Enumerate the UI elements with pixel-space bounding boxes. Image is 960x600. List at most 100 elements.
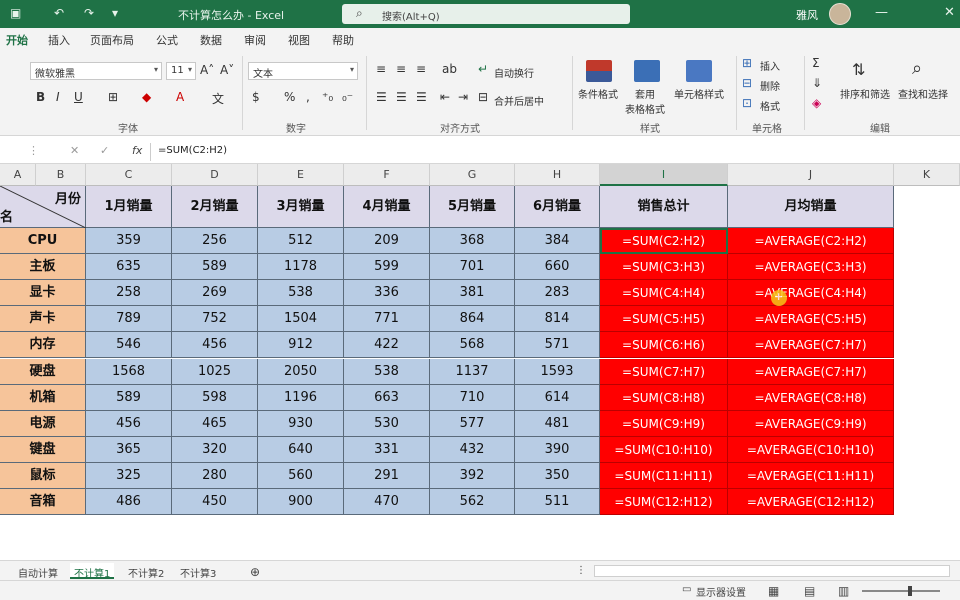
column-header-f[interactable]: F (344, 164, 430, 186)
row-label-cell[interactable]: 主板 (0, 254, 86, 281)
formula-cell-sum[interactable]: =SUM(C9:H9) (600, 410, 728, 437)
data-cell[interactable]: 511 (515, 489, 600, 516)
horizontal-scrollbar[interactable] (594, 565, 950, 577)
header-cell[interactable]: 3月销量 (258, 186, 344, 228)
data-cell[interactable]: 538 (258, 280, 344, 307)
data-cell[interactable]: 752 (172, 306, 258, 333)
data-cell[interactable]: 1568 (86, 358, 172, 385)
data-cell[interactable]: 660 (515, 254, 600, 281)
align-left-icon[interactable]: ☰ (376, 90, 387, 104)
orientation-icon[interactable]: ab (442, 62, 457, 76)
row-label-cell[interactable]: CPU (0, 228, 86, 255)
more-icon[interactable]: ⋮ (572, 563, 590, 579)
data-cell[interactable]: 470 (344, 489, 430, 516)
data-cell[interactable]: 589 (86, 384, 172, 411)
formula-cell-average[interactable]: =AVERAGE(C3:H3) (728, 254, 894, 281)
formula-cell-sum[interactable]: =SUM(C5:H5) (600, 306, 728, 333)
formula-cell-average[interactable]: =AVERAGE(C8:H8) (728, 384, 894, 411)
display-settings-icon[interactable]: ▭ (682, 584, 691, 595)
percent-button[interactable]: % (284, 90, 295, 104)
indent-increase-icon[interactable]: ⇥ (458, 90, 468, 104)
align-center-icon[interactable]: ☰ (396, 90, 407, 104)
zoom-handle[interactable] (908, 586, 912, 596)
indent-decrease-icon[interactable]: ⇤ (440, 90, 450, 104)
data-cell[interactable]: 209 (344, 228, 430, 255)
sheet-tab-active[interactable]: 不计算1 (70, 563, 115, 580)
align-bottom-icon[interactable]: ≡ (416, 62, 426, 76)
formula-cell-average[interactable]: =AVERAGE(C11:H11) (728, 462, 894, 489)
zoom-slider[interactable] (862, 590, 940, 592)
merge-center-icon[interactable]: ⊟ (478, 90, 488, 104)
sheet-tab[interactable]: 不计算2 (124, 563, 168, 580)
data-cell[interactable]: 814 (515, 306, 600, 333)
formula-cell-sum[interactable]: =SUM(C6:H6) (600, 332, 728, 359)
formula-cell-average[interactable]: =AVERAGE(C10:H10) (728, 436, 894, 463)
data-cell[interactable]: 864 (430, 306, 515, 333)
row-label-cell[interactable]: 音箱 (0, 489, 86, 516)
row-label-cell[interactable]: 声卡 (0, 306, 86, 333)
data-cell[interactable]: 571 (515, 332, 600, 359)
formula-cell-sum[interactable]: =SUM(C3:H3) (600, 254, 728, 281)
tab-help[interactable]: 帮助 (332, 32, 354, 48)
formula-cell-sum[interactable]: =SUM(C10:H10) (600, 436, 728, 463)
data-cell[interactable]: 1137 (430, 358, 515, 385)
data-cell[interactable]: 1504 (258, 306, 344, 333)
data-cell[interactable]: 635 (86, 254, 172, 281)
row-label-cell[interactable]: 鼠标 (0, 462, 86, 489)
data-cell[interactable]: 320 (172, 436, 258, 463)
save-icon[interactable]: ▣ (10, 6, 21, 20)
formula-cell-sum[interactable]: =SUM(C2:H2) (600, 228, 728, 255)
fill-color-icon[interactable]: ◆ (142, 90, 151, 104)
number-format-select[interactable]: 文本 ▾ (248, 62, 358, 80)
row-label-cell[interactable]: 显卡 (0, 280, 86, 307)
data-cell[interactable]: 269 (172, 280, 258, 307)
data-cell[interactable]: 560 (258, 462, 344, 489)
data-cell[interactable]: 530 (344, 410, 430, 437)
font-name-select[interactable]: 微软雅黑 ▾ (30, 62, 162, 80)
data-cell[interactable]: 359 (86, 228, 172, 255)
name-box-dropdown-icon[interactable]: ⋮ (28, 144, 39, 157)
table-format-icon[interactable] (634, 60, 660, 82)
data-cell[interactable]: 390 (515, 436, 600, 463)
data-cell[interactable]: 381 (430, 280, 515, 307)
avatar[interactable] (829, 3, 851, 25)
italic-button[interactable]: I (56, 90, 60, 104)
tab-view[interactable]: 视图 (288, 32, 310, 48)
fill-icon[interactable]: ⇓ (812, 76, 822, 90)
header-cell[interactable]: 4月销量 (344, 186, 430, 228)
cell-style-button[interactable]: 单元格样式 (674, 86, 724, 101)
customize-icon[interactable]: ▾ (112, 6, 118, 20)
data-cell[interactable]: 1196 (258, 384, 344, 411)
data-cell[interactable]: 422 (344, 332, 430, 359)
column-header-h[interactable]: H (515, 164, 600, 186)
header-cell[interactable]: 2月销量 (172, 186, 258, 228)
sheet-tab[interactable]: 自动计算 (14, 563, 62, 580)
data-cell[interactable]: 432 (430, 436, 515, 463)
spreadsheet-grid[interactable]: A B C D E F G H I J K 月份名 1月销量 2月销量 3月销量 4月销量 5月销量 6月销量 销售… (0, 164, 960, 520)
data-cell[interactable]: 258 (86, 280, 172, 307)
align-top-icon[interactable]: ≡ (376, 62, 386, 76)
formula-cell-average[interactable]: =AVERAGE(C9:H9) (728, 410, 894, 437)
data-cell[interactable]: 481 (515, 410, 600, 437)
data-cell[interactable]: 2050 (258, 358, 344, 385)
row-label-cell[interactable]: 电源 (0, 410, 86, 437)
data-cell[interactable]: 283 (515, 280, 600, 307)
bold-button[interactable]: B (36, 90, 45, 104)
enter-icon[interactable]: ✓ (100, 144, 109, 157)
column-header-i[interactable]: I (600, 164, 728, 186)
formula-cell-average[interactable]: =AVERAGE(C12:H12) (728, 489, 894, 516)
wrap-text-button[interactable]: 自动换行 (494, 65, 534, 80)
currency-icon[interactable]: $ (252, 90, 260, 104)
column-header-g[interactable]: G (430, 164, 515, 186)
data-cell[interactable]: 912 (258, 332, 344, 359)
data-cell[interactable]: 562 (430, 489, 515, 516)
tab-review[interactable]: 审阅 (244, 32, 266, 48)
column-header-a[interactable]: A (0, 164, 36, 186)
data-cell[interactable]: 614 (515, 384, 600, 411)
data-cell[interactable]: 701 (430, 254, 515, 281)
align-right-icon[interactable]: ☰ (416, 90, 427, 104)
data-cell[interactable]: 384 (515, 228, 600, 255)
formula-cell-average[interactable]: =AVERAGE(C7:H7) (728, 332, 894, 359)
data-cell[interactable]: 512 (258, 228, 344, 255)
formula-cell-sum[interactable]: =SUM(C4:H4) (600, 280, 728, 307)
